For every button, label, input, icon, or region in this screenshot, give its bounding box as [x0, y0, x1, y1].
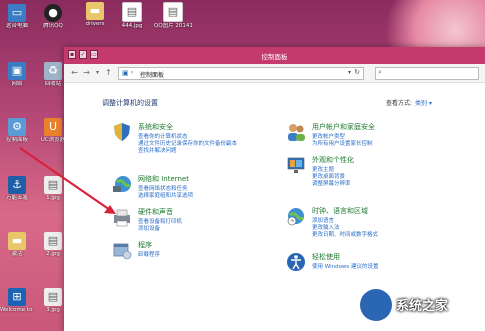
category-title[interactable]: 轻松使用 [312, 252, 340, 262]
back-arrow-icon[interactable]: ← [70, 67, 79, 78]
link[interactable]: 卸载程序 [138, 250, 160, 258]
network-globe-icon [113, 176, 131, 192]
watermark: 系统之家 [352, 283, 485, 331]
computer-icon: ▭ [8, 4, 26, 22]
image-file-icon: ▤ [44, 232, 62, 250]
search-input[interactable]: ⌕ [375, 67, 479, 80]
folder-icon: ▬ [86, 2, 104, 20]
shield-icon [114, 123, 130, 141]
desktop-icon-activate[interactable]: ▬ 激活 [0, 232, 34, 257]
up-arrow-icon[interactable]: ↑ [104, 67, 113, 78]
desktop-icon-this-pc[interactable]: ▭ 这台电脑 [0, 4, 34, 29]
control-panel-icon: ⚙ [8, 118, 26, 136]
watermark-text: 系统之家 [396, 299, 449, 314]
qq-icon: ● [44, 4, 62, 22]
link[interactable]: 调整屏幕分辨率 [312, 179, 351, 187]
image-file-icon: ▤ [44, 176, 62, 194]
appearance-icon [287, 157, 305, 173]
category-title[interactable]: 用户帐户和家庭安全 [312, 122, 375, 132]
link[interactable]: 为所有用户设置家长控制 [312, 139, 373, 147]
clock-globe-icon [287, 208, 304, 226]
category-title[interactable]: 程序 [138, 240, 152, 250]
title-bar[interactable]: ▪ ✓ ▭ 控制面板 [64, 47, 485, 64]
link[interactable]: 使用 Windows 建议的设置 [312, 262, 379, 270]
desktop-icon-qq-image[interactable]: ▤ QQ图片 20141009... [154, 2, 192, 29]
folder-icon: ▬ [8, 232, 26, 250]
uc-browser-icon: U [44, 118, 62, 136]
recycle-bin-icon: ♻ [44, 62, 62, 80]
address-bar[interactable]: ▣ › 控制面板 ▾ ↻ [118, 67, 364, 80]
desktop-icon-network[interactable]: ▣ 网络 [0, 62, 34, 87]
category-title[interactable]: 网络和 Internet [138, 174, 189, 184]
image-file-icon: ▤ [122, 2, 142, 22]
desktop-icon-control-panel[interactable]: ⚙ 控制面板 [0, 118, 34, 143]
address-dropdown-icon[interactable]: ▾ [348, 69, 351, 76]
view-by-value[interactable]: 类别 ▾ [415, 100, 432, 107]
view-by-label: 查看方式: [386, 100, 413, 107]
windows-icon: ⊞ [8, 288, 26, 306]
forward-arrow-icon[interactable]: → [82, 67, 91, 78]
desktop-icon-drivers[interactable]: ▬ drivers [80, 2, 110, 27]
window-title: 控制面板 [261, 53, 288, 61]
breadcrumb-control-panel[interactable]: 控制面板 [140, 70, 164, 79]
link[interactable]: 添加设备 [138, 224, 160, 232]
navigation-bar: ← → ▾ ↑ ▣ › 控制面板 ▾ ↻ ⌕ [64, 64, 485, 83]
link[interactable]: 查找并解决问题 [138, 146, 177, 154]
link[interactable]: 选择家庭组和共享选项 [138, 191, 193, 199]
network-icon: ▣ [8, 62, 26, 80]
search-icon: ⌕ [378, 68, 382, 76]
wanneng-wubi-icon: ⚓ [8, 176, 26, 194]
recent-locations-icon[interactable]: ▾ [93, 67, 102, 78]
desktop-icon-444jpg[interactable]: ▤ 444.jpg [117, 2, 147, 29]
printer-icon [114, 209, 130, 227]
category-title[interactable]: 外观和个性化 [312, 155, 354, 165]
refresh-icon[interactable]: ↻ [354, 68, 360, 76]
image-file-icon: ▤ [44, 288, 62, 306]
link[interactable]: 更改日期、时间或数字格式 [312, 230, 378, 238]
breadcrumb-separator: › [131, 69, 134, 76]
category-title[interactable]: 硬件和声音 [138, 207, 173, 217]
control-panel-icon: ▣ [122, 69, 129, 77]
category-title[interactable]: 系统和安全 [138, 122, 173, 132]
programs-icon [113, 243, 132, 260]
users-icon [288, 124, 305, 141]
category-title[interactable]: 时钟、语言和区域 [312, 206, 368, 216]
image-file-icon: ▤ [163, 2, 183, 22]
ease-of-access-icon [287, 253, 305, 271]
view-by-selector[interactable]: 查看方式: 类别 ▾ [386, 98, 432, 107]
desktop-icon-qq[interactable]: ● 腾讯QQ [36, 4, 70, 29]
watermark-logo-icon [360, 289, 392, 321]
page-heading: 调整计算机的设置 [102, 99, 158, 107]
desktop-icon-welcome[interactable]: ⊞ Welcome to Tech Preview [0, 288, 34, 313]
desktop-icon-wubi[interactable]: ⚓ 万能五笔 [0, 176, 34, 201]
